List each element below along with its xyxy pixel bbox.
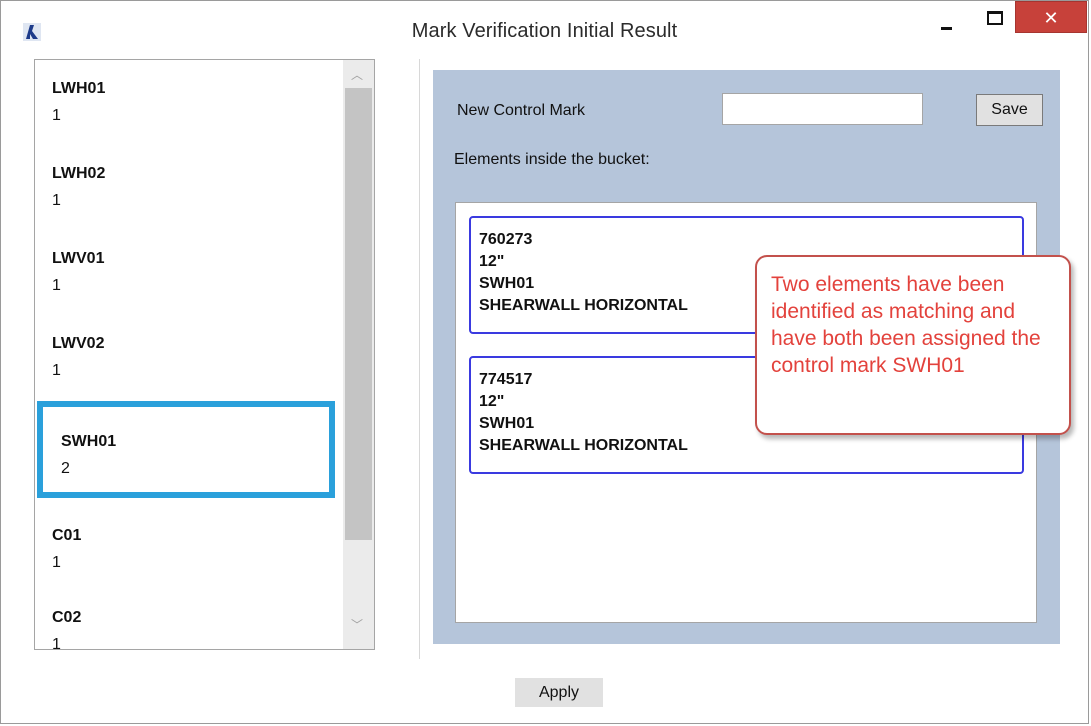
annotation-callout: Two elements have been identified as mat… bbox=[755, 255, 1071, 435]
scrollbar-thumb[interactable] bbox=[345, 88, 372, 540]
list-item-name: C01 bbox=[52, 527, 82, 544]
scroll-down-icon[interactable]: ﹀ bbox=[351, 616, 363, 633]
list-item-lwh01[interactable]: LWH01 1 bbox=[35, 60, 345, 144]
list-item-name: C02 bbox=[52, 609, 82, 626]
list-item-count: 2 bbox=[61, 460, 70, 477]
save-button[interactable]: Save bbox=[976, 94, 1043, 126]
list-item-c01[interactable]: C01 1 bbox=[35, 507, 345, 591]
list-item-name: LWV01 bbox=[52, 250, 105, 267]
list-item-name: LWH02 bbox=[52, 165, 106, 182]
close-icon: ✕ bbox=[1043, 8, 1059, 29]
element-mark: SWH01 bbox=[479, 275, 535, 292]
list-item-lwv02[interactable]: LWV02 1 bbox=[35, 315, 345, 399]
title-bar[interactable]: Mark Verification Initial Result ✕ bbox=[1, 1, 1088, 59]
scroll-up-icon[interactable]: ︿ bbox=[351, 66, 363, 83]
maximize-button[interactable] bbox=[976, 1, 1014, 35]
list-item-count: 1 bbox=[52, 277, 61, 294]
list-item-count: 1 bbox=[52, 362, 61, 379]
list-item-count: 1 bbox=[52, 554, 61, 571]
list-item-swh01-selected[interactable]: SWH01 2 bbox=[37, 401, 335, 498]
list-item-count: 1 bbox=[52, 192, 61, 209]
elements-label: Elements inside the bucket: bbox=[454, 151, 650, 168]
list-item-c02[interactable]: C02 1 bbox=[35, 589, 345, 650]
list-item-name: SWH01 bbox=[61, 433, 117, 450]
list-item-name: LWH01 bbox=[52, 80, 106, 97]
new-control-mark-label: New Control Mark bbox=[457, 102, 586, 119]
dialog-window: Mark Verification Initial Result ✕ LWH01… bbox=[0, 0, 1089, 724]
list-item-count: 1 bbox=[52, 107, 61, 124]
element-id: 774517 bbox=[479, 371, 533, 388]
list-scrollbar[interactable]: ︿ ﹀ bbox=[343, 60, 374, 649]
element-id: 760273 bbox=[479, 231, 533, 248]
element-type: SHEARWALL HORIZONTAL bbox=[479, 297, 688, 314]
panel-divider bbox=[419, 59, 420, 659]
element-mark: SWH01 bbox=[479, 415, 535, 432]
maximize-icon bbox=[987, 11, 1003, 25]
list-item-lwh02[interactable]: LWH02 1 bbox=[35, 145, 345, 229]
list-item-lwv01[interactable]: LWV01 1 bbox=[35, 230, 345, 314]
callout-text: Two elements have been identified as mat… bbox=[771, 273, 1041, 377]
window-title: Mark Verification Initial Result bbox=[411, 20, 678, 42]
minimize-icon bbox=[941, 27, 952, 30]
new-control-mark-input[interactable] bbox=[722, 93, 923, 125]
apply-button[interactable]: Apply bbox=[515, 678, 603, 707]
list-item-count: 1 bbox=[52, 636, 61, 650]
element-type: SHEARWALL HORIZONTAL bbox=[479, 437, 688, 454]
close-button[interactable]: ✕ bbox=[1015, 1, 1087, 33]
marks-list[interactable]: LWH01 1 LWH02 1 LWV01 1 LWV02 1 SWH01 2 … bbox=[34, 59, 375, 650]
minimize-button[interactable] bbox=[927, 1, 965, 35]
element-size: 12" bbox=[479, 253, 505, 270]
list-item-name: LWV02 bbox=[52, 335, 105, 352]
element-size: 12" bbox=[479, 393, 505, 410]
